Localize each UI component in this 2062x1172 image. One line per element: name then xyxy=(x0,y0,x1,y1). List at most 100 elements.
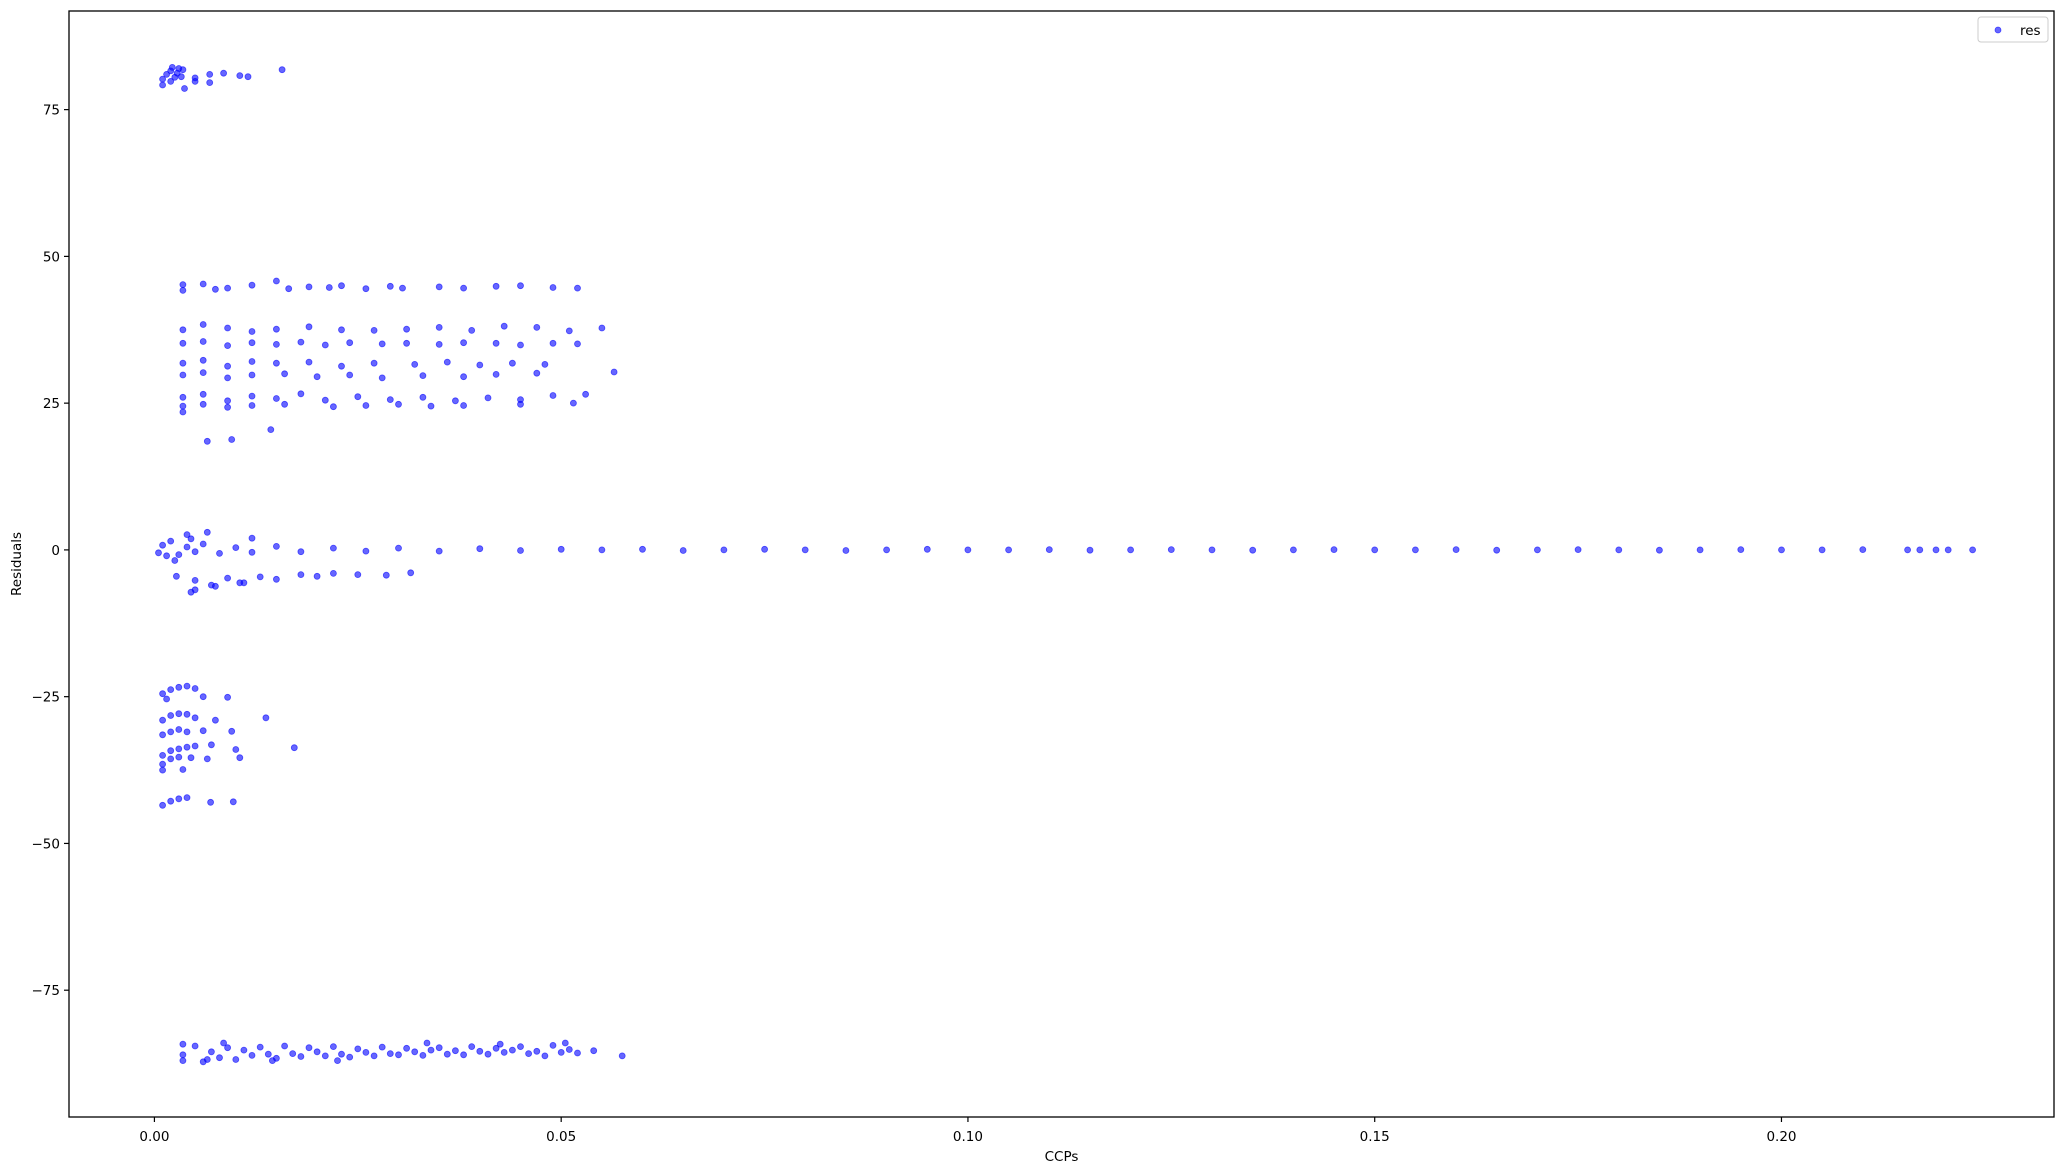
data-point xyxy=(435,547,443,555)
data-point xyxy=(159,801,167,809)
data-point xyxy=(468,326,476,334)
data-point xyxy=(168,64,176,71)
data-point xyxy=(232,746,240,753)
data-point xyxy=(175,795,183,803)
data-point xyxy=(297,548,305,556)
data-point xyxy=(549,339,557,347)
data-point xyxy=(216,1054,223,1062)
data-point xyxy=(492,339,500,347)
data-point xyxy=(199,356,207,364)
data-point xyxy=(159,731,167,739)
data-point xyxy=(610,368,618,376)
data-point xyxy=(305,358,313,366)
data-point xyxy=(427,402,435,410)
data-point xyxy=(1534,546,1541,554)
data-point xyxy=(159,752,167,759)
data-point xyxy=(460,1051,468,1059)
data-point xyxy=(224,574,232,582)
data-point xyxy=(211,285,219,293)
data-point xyxy=(460,284,468,292)
data-point xyxy=(272,359,280,367)
data-point xyxy=(549,392,557,399)
data-point xyxy=(329,570,337,577)
data-point xyxy=(1452,546,1460,553)
data-point xyxy=(395,1051,402,1059)
data-point xyxy=(411,1048,419,1056)
data-point xyxy=(175,683,183,691)
data-point xyxy=(435,340,443,348)
data-point xyxy=(370,359,378,367)
data-point xyxy=(183,794,191,801)
data-point xyxy=(179,393,187,401)
data-point xyxy=(228,727,236,735)
data-point xyxy=(1290,546,1297,554)
data-point xyxy=(582,390,589,398)
data-point xyxy=(224,693,232,701)
data-point xyxy=(179,371,187,379)
data-point xyxy=(1656,546,1663,554)
data-point xyxy=(1005,546,1012,554)
data-point xyxy=(177,73,185,81)
data-point xyxy=(313,373,321,381)
data-point xyxy=(476,545,484,553)
data-point xyxy=(163,695,171,703)
data-point xyxy=(362,402,370,409)
data-point xyxy=(1944,546,1952,554)
data-point xyxy=(289,1050,297,1057)
data-point xyxy=(395,544,402,552)
data-point xyxy=(321,341,329,349)
y-axis-title: Residuals xyxy=(9,532,25,596)
data-point xyxy=(191,714,199,722)
data-point xyxy=(281,1042,289,1050)
data-point xyxy=(264,1050,272,1058)
data-point xyxy=(179,281,187,289)
data-point xyxy=(199,390,207,398)
data-point xyxy=(403,1044,411,1052)
data-point xyxy=(460,339,468,347)
data-point xyxy=(1574,546,1582,553)
data-point xyxy=(338,1050,345,1058)
data-point xyxy=(167,78,175,85)
data-point xyxy=(435,283,443,291)
data-point xyxy=(570,399,577,407)
data-point xyxy=(801,546,809,554)
data-point xyxy=(224,374,232,382)
data-point xyxy=(175,753,183,761)
data-point xyxy=(272,325,280,333)
data-point xyxy=(224,284,232,292)
data-point xyxy=(561,1039,569,1047)
data-point xyxy=(1916,546,1924,554)
data-point xyxy=(199,540,207,548)
data-point xyxy=(329,1043,337,1050)
data-point xyxy=(313,1048,321,1056)
data-point xyxy=(179,1040,187,1048)
data-point xyxy=(549,284,557,291)
data-point xyxy=(232,544,240,551)
data-point xyxy=(492,282,500,290)
data-point xyxy=(557,545,565,553)
data-point xyxy=(244,73,252,81)
data-point xyxy=(175,710,183,718)
data-point xyxy=(159,716,167,724)
data-point xyxy=(590,1047,598,1055)
data-point xyxy=(256,573,264,581)
data-point xyxy=(476,1047,484,1055)
data-point xyxy=(639,545,646,553)
data-point xyxy=(183,743,191,751)
data-point xyxy=(297,338,305,346)
data-point xyxy=(362,547,370,555)
data-point xyxy=(248,1052,256,1059)
data-point xyxy=(435,323,443,331)
data-point xyxy=(167,797,175,805)
figure-background xyxy=(0,0,2062,1172)
data-point xyxy=(1493,546,1501,554)
data-point xyxy=(248,371,256,379)
data-point xyxy=(399,284,406,292)
data-point xyxy=(1045,546,1053,553)
data-point xyxy=(199,693,207,701)
data-point xyxy=(179,359,187,367)
data-point xyxy=(175,726,183,733)
data-point xyxy=(517,400,524,408)
data-point xyxy=(159,541,167,549)
data-point xyxy=(179,408,187,416)
